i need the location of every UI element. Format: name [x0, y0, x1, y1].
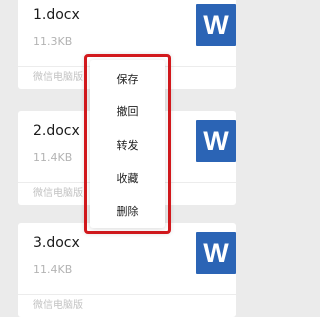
word-icon: W [196, 4, 236, 46]
menu-item-delete[interactable]: 删除 [90, 205, 165, 219]
file-size: 11.4KB [33, 263, 73, 276]
menu-item-forward[interactable]: 转发 [90, 139, 165, 153]
menu-item-recall[interactable]: 撤回 [90, 105, 165, 119]
file-name: 2.docx [33, 123, 80, 139]
word-icon: W [196, 232, 236, 274]
file-message-card[interactable]: 3.docx 11.4KB W 微信电脑版 [18, 223, 236, 317]
file-size: 11.4KB [33, 151, 73, 164]
context-menu: 保存 撤回 转发 收藏 删除 [90, 60, 165, 228]
file-name: 3.docx [33, 235, 80, 251]
file-source-label: 微信电脑版 [33, 300, 83, 311]
file-name: 1.docx [33, 7, 80, 23]
menu-item-save[interactable]: 保存 [90, 73, 165, 87]
word-icon: W [196, 120, 236, 162]
menu-item-favorite[interactable]: 收藏 [90, 172, 165, 186]
file-size: 11.3KB [33, 35, 73, 48]
